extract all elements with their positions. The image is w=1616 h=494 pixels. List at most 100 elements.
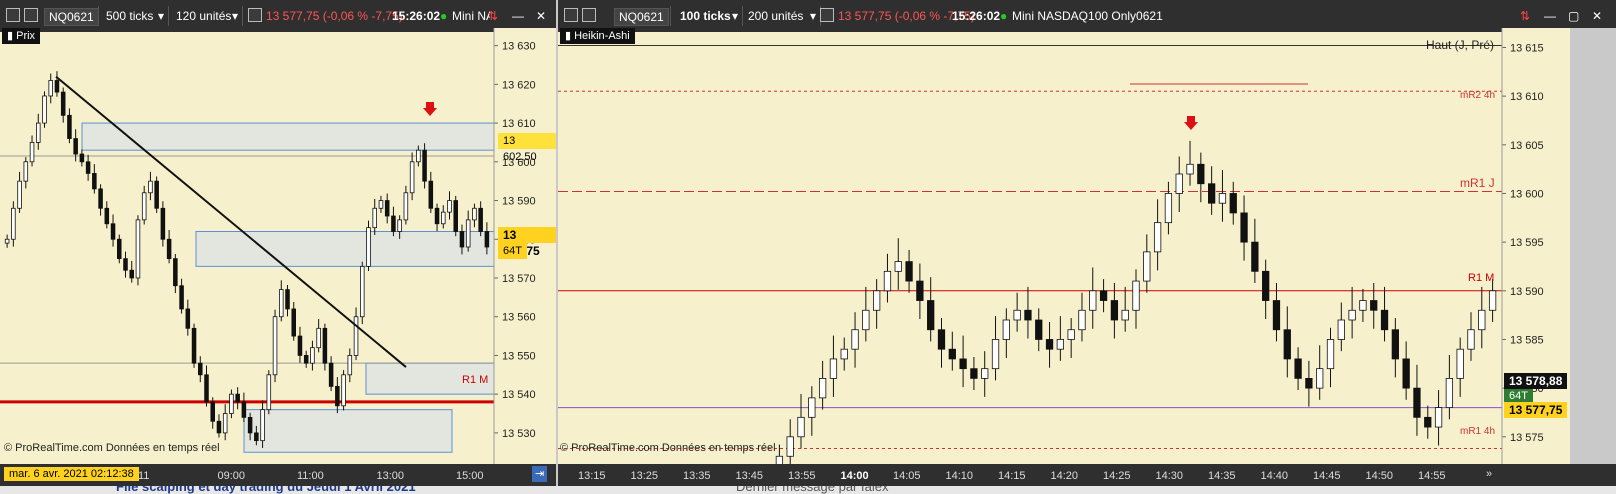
candle-body [434,207,440,225]
y-tick-label: 13 570 [502,273,536,285]
candle-body [1197,163,1205,185]
candle-body [797,416,805,438]
y-tick-label: 13 530 [502,428,536,440]
candle-body [191,327,197,364]
candle-body [179,285,184,310]
candle-body [335,386,340,407]
candle-body [465,219,471,248]
level-label-r1: R1 M [1468,272,1495,284]
x-tick-label: 09:00 [217,470,246,482]
candle-body [135,219,141,279]
y-tick-label: 13 590 [1510,286,1544,298]
candle-body [981,368,989,379]
candle-body [1391,329,1399,360]
candle-body [478,207,483,232]
candle-body [285,289,290,310]
y-tick-label: 13 600 [1510,188,1544,200]
candle-body [1488,290,1497,311]
candle-body [1024,309,1032,321]
candle-body [927,300,935,331]
candle-body [1305,377,1313,389]
candle-body [92,173,97,190]
candle-body [366,227,371,267]
candle-body [67,114,72,139]
candle-body [447,200,452,213]
candle-body [1013,309,1021,321]
candle-body [397,219,402,232]
right-time-axis[interactable]: 13:15 13:25 13:35 13:45 13:55 14:00 14:05 14:10… [558,464,1616,486]
candle-body [1413,387,1421,418]
right-heikin-ashi-chart[interactable]: 13 615 13 610 13 605 13 600 13 595 13 590 13 5… [558,0,1616,486]
candle-body [29,142,35,163]
candle-body [905,261,913,282]
candle-body [85,161,91,174]
candle-body [148,180,153,194]
candle-body [1456,348,1464,379]
scroll-end-icon[interactable]: ⇥ [532,466,548,482]
candle-body [484,231,490,248]
candle-body [937,329,946,350]
scroll-right-icon[interactable]: » [1486,466,1492,482]
candle-body [23,161,29,182]
x-tick-label: 14:40 [1260,470,1289,482]
candle-body [873,290,881,311]
x-tick-label: 13:45 [735,470,764,482]
candle-body [17,180,22,209]
y-tick-label: 13 595 [1510,237,1544,249]
candle-body [247,416,253,434]
left-price-chart[interactable]: 13 63013 62013 61013 60013 59013 58013 5… [0,0,556,486]
left-high-tag: 13 602,50 [498,133,556,163]
y-tick-label: 13 605 [1510,140,1544,152]
x-tick-label: 14:25 [1103,470,1131,482]
left-ticks-tag: 64T [498,243,527,259]
candle-body [359,265,365,318]
left-time-axis[interactable]: mar. 6 avr. 2021 02:12:38 11 09:00 11:00 13… [0,464,556,486]
y-tick-label: 13 550 [502,350,536,362]
candle-body [786,436,794,457]
candle-body [254,432,259,442]
level-label-mr1j: mR1 J [1460,176,1495,190]
right-cursor-tag: 13 578,88 [1504,373,1568,389]
candle-body [818,377,827,399]
candle-body [829,358,838,379]
x-tick-label: 14:45 [1313,470,1341,482]
y-tick-label: 13 610 [502,118,536,130]
x-tick-label: 14:15 [998,470,1026,482]
right-ticks-tag: 64T [1504,389,1533,403]
candle-body [104,207,110,225]
candle-body [422,149,427,182]
x-tick-label: 14:50 [1365,470,1394,482]
candle-body [1316,368,1324,389]
candle-body [117,238,122,260]
candle-body [216,420,222,434]
candle-body [210,401,216,422]
candle-body [48,80,53,97]
forum-thread-link[interactable]: File scalping et day trading du Jeudi 1 … [116,486,416,494]
candle-body [303,355,309,364]
candle-body [154,180,159,209]
candle-body [98,188,103,209]
y-tick-label: 13 615 [1510,42,1544,54]
candle-body [851,329,859,350]
candle-body [948,348,956,360]
candle-body [1283,329,1291,360]
signal-arrow-icon [1184,116,1198,130]
candle-body [840,348,848,360]
candle-body [73,138,78,155]
candle-body [110,223,116,240]
candle-body [185,308,191,329]
zone-rect [243,409,453,453]
x-tick-label: 13:25 [630,470,659,482]
candle-body [472,207,477,221]
left-chart-panel: NQ0621 500 ticks ▾ 120 unités ▾ 13 577,7… [0,0,556,486]
candle-body [1434,407,1443,428]
candle-body [1153,222,1162,253]
right-last-price-tag: 13 577,75 [1504,402,1568,418]
candle-body [204,374,209,403]
candle-body [322,327,328,364]
x-tick-label: 13:00 [376,470,405,482]
x-tick-label: 13:35 [683,470,711,482]
candle-body [129,269,135,279]
candle-body [316,327,321,349]
candle-body [1132,280,1140,311]
